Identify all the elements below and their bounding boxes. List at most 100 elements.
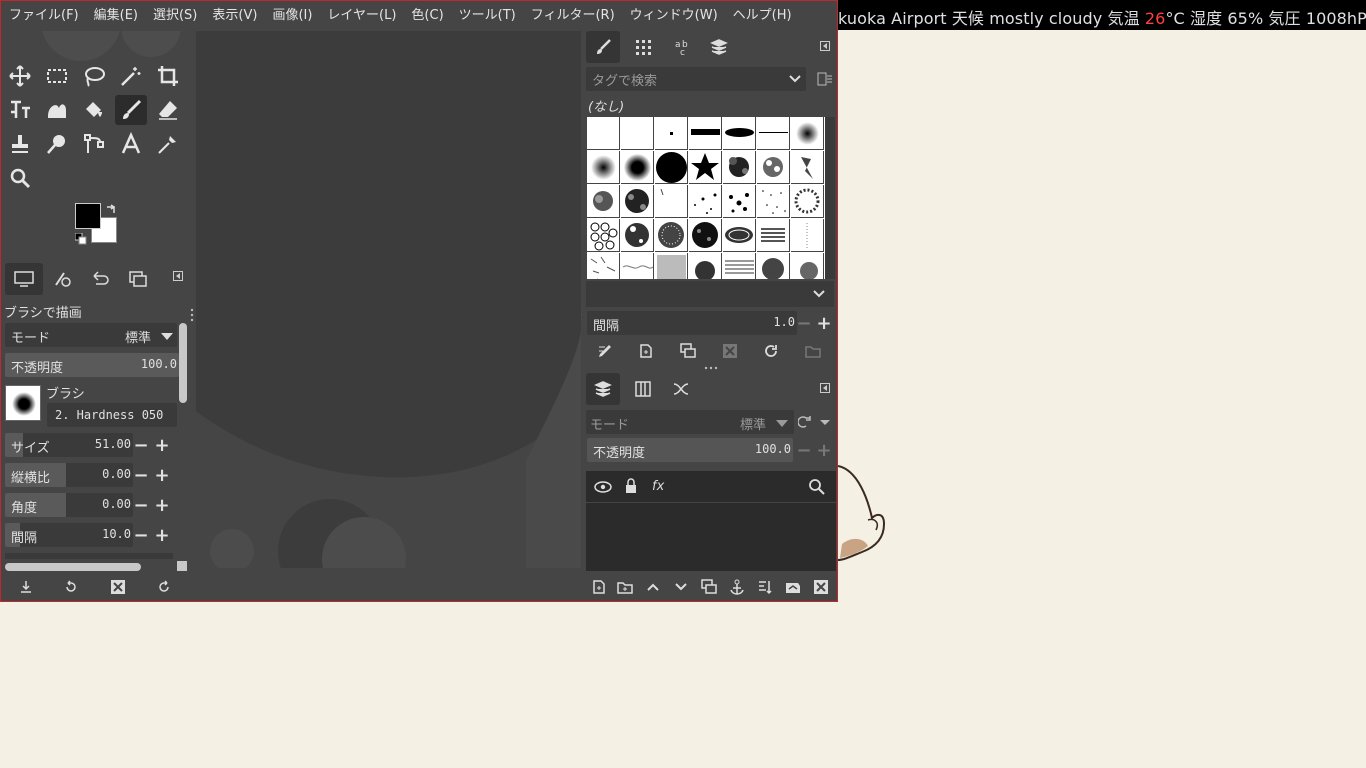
brush-cell[interactable] bbox=[655, 117, 688, 150]
angle-increase-button[interactable]: + bbox=[152, 493, 172, 517]
configure-tab-icon[interactable] bbox=[173, 271, 183, 281]
brush-spacing-increase-button[interactable]: + bbox=[814, 311, 834, 335]
clone-tool-icon[interactable] bbox=[4, 129, 36, 159]
default-colors-icon[interactable] bbox=[75, 233, 87, 245]
aspect-increase-button[interactable]: + bbox=[152, 463, 172, 487]
warp-transform-tool-icon[interactable] bbox=[41, 95, 73, 125]
brush-cell[interactable] bbox=[757, 117, 790, 150]
size-increase-button[interactable]: + bbox=[152, 433, 172, 457]
brush-cell[interactable] bbox=[587, 151, 620, 184]
opacity-slider[interactable]: 不透明度 100.0 bbox=[5, 353, 179, 377]
spacing-slider[interactable]: 間隔 10.0 bbox=[5, 523, 133, 547]
options-vertical-scrollbar[interactable] bbox=[179, 323, 187, 403]
swap-colors-icon[interactable] bbox=[105, 203, 117, 215]
brush-cell[interactable] bbox=[689, 185, 722, 218]
menu-colors[interactable]: 色(C) bbox=[403, 1, 450, 31]
paintbrush-tool-icon[interactable] bbox=[115, 95, 147, 125]
tab-channels[interactable] bbox=[626, 373, 660, 405]
duplicate-layer-button[interactable] bbox=[696, 575, 722, 599]
color-picker-tool-icon[interactable] bbox=[152, 129, 184, 159]
brush-cell[interactable] bbox=[723, 185, 756, 218]
brush-cell[interactable] bbox=[791, 253, 824, 279]
tab-document-history[interactable] bbox=[702, 31, 736, 63]
restore-options-button[interactable] bbox=[58, 575, 84, 599]
layer-mask-button[interactable] bbox=[780, 575, 806, 599]
delete-brush-button[interactable] bbox=[717, 339, 743, 363]
menu-windows[interactable]: ウィンドウ(W) bbox=[622, 1, 725, 31]
brush-cell[interactable] bbox=[689, 219, 722, 252]
layer-mode-combo[interactable]: モード 標準 bbox=[586, 410, 794, 434]
brush-view-dropdown[interactable] bbox=[586, 281, 834, 307]
layer-opacity-slider[interactable]: 不透明度 100.0 bbox=[587, 438, 793, 462]
angle-decrease-button[interactable]: − bbox=[131, 493, 151, 517]
menu-help[interactable]: ヘルプ(H) bbox=[725, 1, 799, 31]
dock-separator-handle[interactable] bbox=[704, 365, 718, 371]
brush-cell[interactable] bbox=[621, 219, 654, 252]
options-horizontal-scrollbar[interactable] bbox=[5, 563, 141, 571]
paths-tool-icon[interactable] bbox=[78, 129, 110, 159]
tab-brushes[interactable] bbox=[586, 31, 620, 63]
text-tool-icon[interactable] bbox=[115, 129, 147, 159]
foreground-color-swatch[interactable] bbox=[75, 203, 101, 229]
brush-cell[interactable] bbox=[791, 117, 824, 150]
menu-select[interactable]: 選択(S) bbox=[145, 1, 204, 31]
tag-search-input[interactable]: タグで検索 bbox=[586, 67, 806, 91]
tab-paths[interactable] bbox=[664, 373, 698, 405]
brush-cell[interactable] bbox=[723, 117, 756, 150]
brush-cell[interactable] bbox=[757, 219, 790, 252]
menu-edit[interactable]: 編集(E) bbox=[86, 1, 145, 31]
size-slider[interactable]: サイズ 51.00 bbox=[5, 433, 133, 457]
layer-composite-button[interactable] bbox=[797, 410, 834, 434]
menu-filters[interactable]: フィルター(R) bbox=[523, 1, 622, 31]
brush-cell[interactable] bbox=[587, 117, 620, 150]
spacing-increase-button[interactable]: + bbox=[152, 523, 172, 547]
brush-spacing-decrease-button[interactable]: − bbox=[794, 311, 814, 335]
brush-cell[interactable] bbox=[655, 253, 688, 279]
brush-cell[interactable] bbox=[757, 253, 790, 279]
brush-preview[interactable] bbox=[5, 385, 41, 421]
brush-name-field[interactable]: 2. Hardness 050 bbox=[47, 403, 177, 427]
mode-combo[interactable]: モード 標準 bbox=[5, 323, 177, 347]
aspect-decrease-button[interactable]: − bbox=[131, 463, 151, 487]
brush-cell[interactable] bbox=[791, 219, 824, 252]
refresh-brushes-button[interactable] bbox=[758, 339, 784, 363]
transform-tool-icon[interactable] bbox=[4, 95, 36, 125]
brush-cell[interactable] bbox=[655, 219, 688, 252]
fx-icon[interactable]: fx bbox=[652, 479, 664, 494]
tag-edit-icon[interactable] bbox=[817, 71, 833, 87]
tab-tool-options[interactable] bbox=[5, 263, 43, 295]
zoom-tool-icon[interactable] bbox=[4, 163, 36, 193]
aspect-slider[interactable]: 縦横比 0.00 bbox=[5, 463, 133, 487]
configure-tab-icon[interactable] bbox=[820, 41, 830, 51]
brush-cell[interactable] bbox=[621, 151, 654, 184]
layers-list[interactable] bbox=[586, 503, 836, 571]
brush-grid[interactable] bbox=[587, 117, 825, 279]
left-pane-handle[interactable] bbox=[190, 308, 194, 322]
size-decrease-button[interactable]: − bbox=[131, 433, 151, 457]
brush-cell[interactable] bbox=[791, 151, 824, 184]
brush-cell[interactable] bbox=[791, 185, 824, 218]
brush-cell[interactable] bbox=[587, 253, 620, 279]
brush-cell[interactable] bbox=[587, 185, 620, 218]
new-layer-group-button[interactable] bbox=[612, 575, 638, 599]
bucket-fill-tool-icon[interactable] bbox=[78, 95, 110, 125]
merge-layer-button[interactable] bbox=[752, 575, 778, 599]
eye-icon[interactable] bbox=[594, 479, 612, 495]
angle-slider[interactable]: 角度 0.00 bbox=[5, 493, 133, 517]
brush-cell[interactable] bbox=[655, 185, 688, 218]
tab-device-status[interactable] bbox=[43, 263, 81, 295]
lower-layer-button[interactable] bbox=[668, 575, 694, 599]
menu-layer[interactable]: レイヤー(L) bbox=[319, 1, 403, 31]
brush-cell[interactable] bbox=[723, 253, 756, 279]
new-layer-button[interactable] bbox=[586, 575, 612, 599]
save-options-button[interactable] bbox=[13, 575, 39, 599]
brush-grid-scrollbar[interactable] bbox=[825, 117, 835, 279]
brush-cell[interactable] bbox=[689, 117, 722, 150]
menu-image[interactable]: 画像(I) bbox=[264, 1, 319, 31]
open-brush-file-button[interactable] bbox=[800, 339, 826, 363]
tab-fonts[interactable]: abc bbox=[666, 31, 700, 63]
raise-layer-button[interactable] bbox=[640, 575, 666, 599]
brush-cell[interactable] bbox=[621, 185, 654, 218]
duplicate-brush-button[interactable] bbox=[675, 339, 701, 363]
crop-tool-icon[interactable] bbox=[152, 61, 184, 91]
